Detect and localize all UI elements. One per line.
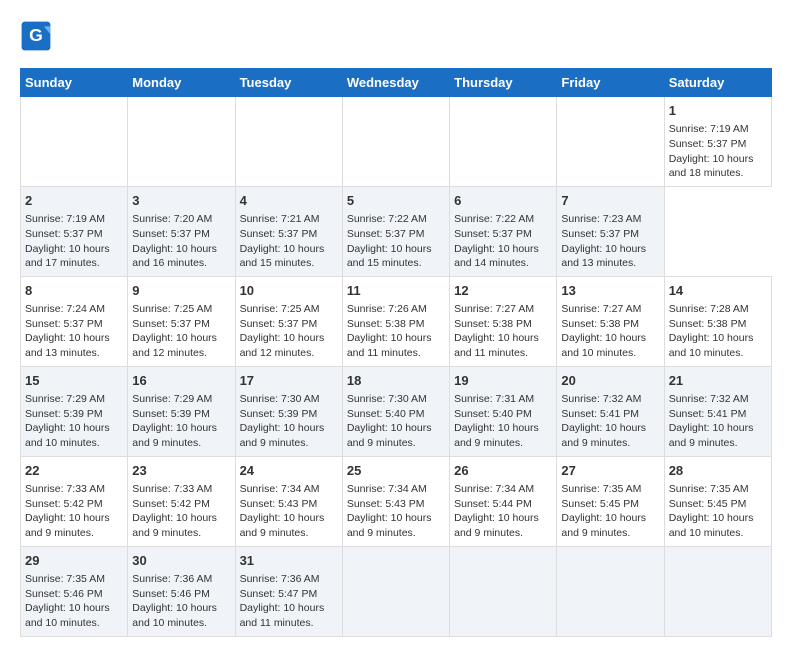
calendar-cell-25: 25Sunrise: 7:34 AMSunset: 5:43 PMDayligh… (342, 456, 449, 546)
header: G (20, 20, 772, 52)
header-monday: Monday (128, 69, 235, 97)
calendar-cell-7: 7Sunrise: 7:23 AMSunset: 5:37 PMDaylight… (557, 186, 664, 276)
calendar-cell-24: 24Sunrise: 7:34 AMSunset: 5:43 PMDayligh… (235, 456, 342, 546)
calendar-cell-4: 4Sunrise: 7:21 AMSunset: 5:37 PMDaylight… (235, 186, 342, 276)
calendar-cell-8: 8Sunrise: 7:24 AMSunset: 5:37 PMDaylight… (21, 276, 128, 366)
calendar-cell-10: 10Sunrise: 7:25 AMSunset: 5:37 PMDayligh… (235, 276, 342, 366)
empty-cell (342, 97, 449, 187)
header-friday: Friday (557, 69, 664, 97)
svg-text:G: G (29, 25, 43, 45)
calendar-cell-21: 21Sunrise: 7:32 AMSunset: 5:41 PMDayligh… (664, 366, 771, 456)
calendar-cell-5: 5Sunrise: 7:22 AMSunset: 5:37 PMDaylight… (342, 186, 449, 276)
header-thursday: Thursday (450, 69, 557, 97)
empty-cell (557, 97, 664, 187)
calendar-week-6: 29Sunrise: 7:35 AMSunset: 5:46 PMDayligh… (21, 546, 772, 636)
calendar-cell-29: 29Sunrise: 7:35 AMSunset: 5:46 PMDayligh… (21, 546, 128, 636)
calendar-week-3: 8Sunrise: 7:24 AMSunset: 5:37 PMDaylight… (21, 276, 772, 366)
header-row: SundayMondayTuesdayWednesdayThursdayFrid… (21, 69, 772, 97)
calendar-cell-31: 31Sunrise: 7:36 AMSunset: 5:47 PMDayligh… (235, 546, 342, 636)
calendar-cell-11: 11Sunrise: 7:26 AMSunset: 5:38 PMDayligh… (342, 276, 449, 366)
calendar-cell-3: 3Sunrise: 7:20 AMSunset: 5:37 PMDaylight… (128, 186, 235, 276)
calendar-week-4: 15Sunrise: 7:29 AMSunset: 5:39 PMDayligh… (21, 366, 772, 456)
calendar-week-1: 1Sunrise: 7:19 AMSunset: 5:37 PMDaylight… (21, 97, 772, 187)
header-wednesday: Wednesday (342, 69, 449, 97)
calendar-cell-13: 13Sunrise: 7:27 AMSunset: 5:38 PMDayligh… (557, 276, 664, 366)
calendar-cell-16: 16Sunrise: 7:29 AMSunset: 5:39 PMDayligh… (128, 366, 235, 456)
calendar-cell-20: 20Sunrise: 7:32 AMSunset: 5:41 PMDayligh… (557, 366, 664, 456)
empty-cell (450, 97, 557, 187)
calendar-table: SundayMondayTuesdayWednesdayThursdayFrid… (20, 68, 772, 637)
empty-cell (450, 546, 557, 636)
logo: G (20, 20, 56, 52)
calendar-cell-26: 26Sunrise: 7:34 AMSunset: 5:44 PMDayligh… (450, 456, 557, 546)
calendar-week-5: 22Sunrise: 7:33 AMSunset: 5:42 PMDayligh… (21, 456, 772, 546)
calendar-header: SundayMondayTuesdayWednesdayThursdayFrid… (21, 69, 772, 97)
logo-icon: G (20, 20, 52, 52)
calendar-cell-27: 27Sunrise: 7:35 AMSunset: 5:45 PMDayligh… (557, 456, 664, 546)
empty-cell (557, 546, 664, 636)
calendar-cell-1: 1Sunrise: 7:19 AMSunset: 5:37 PMDaylight… (664, 97, 771, 187)
calendar-cell-12: 12Sunrise: 7:27 AMSunset: 5:38 PMDayligh… (450, 276, 557, 366)
header-saturday: Saturday (664, 69, 771, 97)
empty-cell (342, 546, 449, 636)
calendar-cell-22: 22Sunrise: 7:33 AMSunset: 5:42 PMDayligh… (21, 456, 128, 546)
calendar-cell-30: 30Sunrise: 7:36 AMSunset: 5:46 PMDayligh… (128, 546, 235, 636)
calendar-cell-19: 19Sunrise: 7:31 AMSunset: 5:40 PMDayligh… (450, 366, 557, 456)
header-sunday: Sunday (21, 69, 128, 97)
calendar-cell-14: 14Sunrise: 7:28 AMSunset: 5:38 PMDayligh… (664, 276, 771, 366)
empty-cell (664, 546, 771, 636)
calendar-cell-15: 15Sunrise: 7:29 AMSunset: 5:39 PMDayligh… (21, 366, 128, 456)
calendar-body: 1Sunrise: 7:19 AMSunset: 5:37 PMDaylight… (21, 97, 772, 637)
calendar-cell-18: 18Sunrise: 7:30 AMSunset: 5:40 PMDayligh… (342, 366, 449, 456)
empty-cell (235, 97, 342, 187)
empty-cell (21, 97, 128, 187)
calendar-cell-17: 17Sunrise: 7:30 AMSunset: 5:39 PMDayligh… (235, 366, 342, 456)
empty-cell (128, 97, 235, 187)
calendar-week-2: 2Sunrise: 7:19 AMSunset: 5:37 PMDaylight… (21, 186, 772, 276)
header-tuesday: Tuesday (235, 69, 342, 97)
calendar-cell-9: 9Sunrise: 7:25 AMSunset: 5:37 PMDaylight… (128, 276, 235, 366)
calendar-cell-2: 2Sunrise: 7:19 AMSunset: 5:37 PMDaylight… (21, 186, 128, 276)
calendar-cell-6: 6Sunrise: 7:22 AMSunset: 5:37 PMDaylight… (450, 186, 557, 276)
calendar-cell-28: 28Sunrise: 7:35 AMSunset: 5:45 PMDayligh… (664, 456, 771, 546)
calendar-cell-23: 23Sunrise: 7:33 AMSunset: 5:42 PMDayligh… (128, 456, 235, 546)
